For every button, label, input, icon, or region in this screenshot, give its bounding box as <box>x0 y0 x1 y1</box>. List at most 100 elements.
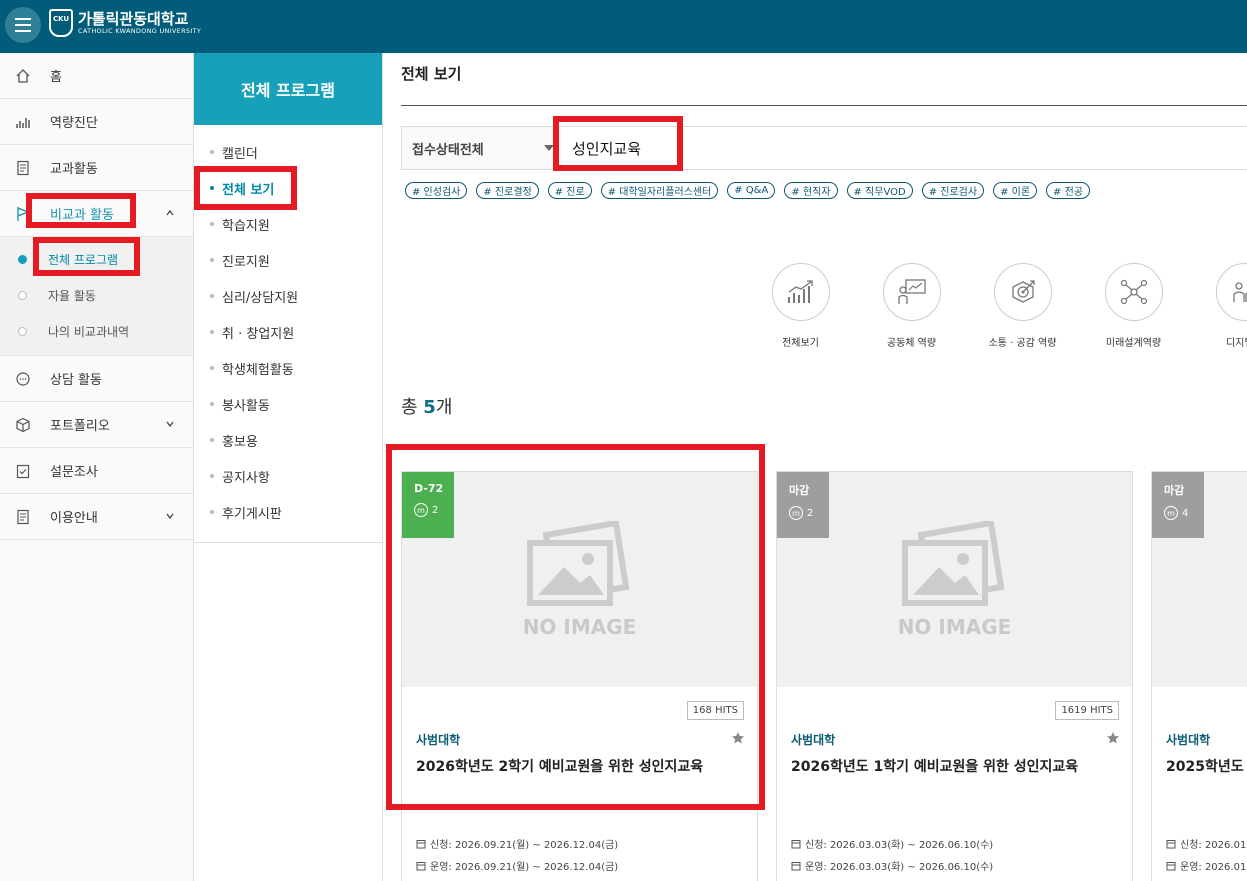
bullet-icon <box>210 186 214 190</box>
status-select[interactable]: 접수상태전체 <box>402 127 557 169</box>
chevron-down-icon <box>165 418 175 433</box>
sidebar-item-portfolio[interactable]: 포트폴리오 <box>0 402 193 448</box>
run-period: 운영: 2026.01. <box>1166 858 1247 873</box>
search-input[interactable] <box>562 127 1247 169</box>
tag-chip[interactable]: # 직무VOD <box>846 182 913 199</box>
tag-chip[interactable]: # 인성검사 <box>405 182 468 199</box>
sidebar-item-extracurricular[interactable]: 비교과 활동 <box>0 191 193 237</box>
tag-chip[interactable]: # 대학일자리플러스센터 <box>600 182 719 199</box>
panel-item-promotion[interactable]: 홍보용 <box>194 422 382 458</box>
no-image-text: NO IMAGE <box>897 614 1012 639</box>
bullet-icon <box>210 474 214 478</box>
bullet-icon <box>210 402 214 406</box>
flag-icon <box>15 206 31 222</box>
panel-item-calendar[interactable]: 캘린더 <box>194 134 382 170</box>
chat-icon <box>15 371 31 387</box>
panel-item-view-all[interactable]: 전체 보기 <box>194 170 382 206</box>
card-title[interactable]: 2025학년도 를 <box>1166 756 1247 776</box>
badge-text: D-72 <box>414 482 444 495</box>
sidebar-subitem-all-programs[interactable]: 전체 프로그램 <box>0 241 193 277</box>
badge-count: 2 <box>807 507 814 519</box>
program-card[interactable]: NO IMAGE D-72 m2 168 HITS 사범대학 2026학년도 2… <box>401 471 758 881</box>
hits-count: 168 HITS <box>686 701 744 720</box>
badge-text: 마감 <box>789 484 810 497</box>
hamburger-menu-button[interactable] <box>5 7 41 43</box>
no-image-icon <box>526 520 629 606</box>
hits-count: 1619 HITS <box>1055 701 1119 720</box>
sidebar-item-label: 상담 활동 <box>50 373 102 388</box>
tag-chip[interactable]: # 진로결정 <box>476 182 539 199</box>
program-card[interactable]: NO IMAGE 마감 m2 1619 HITS 사범대학 2026학년도 1학… <box>776 471 1133 881</box>
panel-item-volunteer[interactable]: 봉사활동 <box>194 386 382 422</box>
growth-chart-icon <box>771 263 830 321</box>
badge-count: 2 <box>432 504 439 516</box>
tag-chip[interactable]: # 현직자 <box>784 182 838 199</box>
mileage-icon: m <box>789 506 803 520</box>
panel-item-label: 봉사활동 <box>222 398 270 414</box>
network-icon <box>1104 263 1163 321</box>
university-logo[interactable]: CKU 가톨릭관동대학교 CATHOLIC KWANDONG UNIVERSIT… <box>49 9 201 37</box>
badge-count: 4 <box>1182 507 1189 519</box>
panel-item-notice[interactable]: 공지사항 <box>194 458 382 494</box>
title-divider <box>401 105 1247 106</box>
bullet-icon <box>210 330 214 334</box>
panel-item-counseling[interactable]: 심리/상담지원 <box>194 278 382 314</box>
run-period: 운영: 2026.03.03(화) ~ 2026.06.10(수) <box>791 858 993 873</box>
bullet-icon <box>210 258 214 262</box>
category-all[interactable]: 전체보기 <box>759 263 842 349</box>
sidebar-item-counseling[interactable]: 상담 활동 <box>0 356 193 402</box>
cube-icon <box>15 417 31 433</box>
sidebar-subitem-autonomous[interactable]: 자율 활동 <box>0 277 193 313</box>
panel-item-label: 캘린더 <box>222 146 258 162</box>
panel-item-reviews[interactable]: 후기게시판 <box>194 494 382 530</box>
bullet-icon <box>210 510 214 514</box>
apply-period: 신청: 2026.09.21(월) ~ 2026.12.04(금) <box>416 836 618 851</box>
program-card[interactable]: 마감 m4 사범대학 2025학년도 를 신청: 2026.01. 운영: 20… <box>1151 471 1247 881</box>
logo-subtitle: CATHOLIC KWANDONG UNIVERSITY <box>78 26 202 35</box>
panel-item-career[interactable]: 진로지원 <box>194 242 382 278</box>
card-college: 사범대학 <box>791 733 836 747</box>
sidebar-item-label: 설문조사 <box>50 465 98 480</box>
sidebar-subitem-my-history[interactable]: 나의 비교과내역 <box>0 313 193 349</box>
panel-item-label: 심리/상담지원 <box>222 290 299 306</box>
category-communication[interactable]: 소통 · 공감 역량 <box>981 263 1064 349</box>
extracurricular-submenu: 전체 프로그램 자율 활동 나의 비교과내역 <box>0 237 193 356</box>
panel-item-label: 학생체험활동 <box>222 362 294 378</box>
panel-item-learning[interactable]: 학습지원 <box>194 206 382 242</box>
tag-chip[interactable]: # 진로검사 <box>921 182 985 199</box>
sidebar-item-guide[interactable]: 이용안내 <box>0 494 193 540</box>
panel-item-employment[interactable]: 취 · 창업지원 <box>194 314 382 350</box>
calendar-icon <box>1166 861 1176 870</box>
category-community[interactable]: 공동체 역량 <box>870 263 953 349</box>
tag-chip[interactable]: # 이론 <box>993 182 1038 199</box>
bullet-icon <box>210 366 214 370</box>
tag-chip[interactable]: # 진로 <box>547 182 592 199</box>
category-label: 전체보기 <box>782 338 819 349</box>
panel-item-experience[interactable]: 학생체험활동 <box>194 350 382 386</box>
sidebar-item-survey[interactable]: 설문조사 <box>0 448 193 494</box>
status-select-value: 접수상태전체 <box>412 142 484 158</box>
target-icon <box>993 263 1052 321</box>
sidebar-item-home[interactable]: 홈 <box>0 53 193 99</box>
bullet-icon <box>210 294 214 298</box>
tag-chip[interactable]: # Q&A <box>727 182 776 199</box>
bullet-icon <box>210 150 214 154</box>
clipboard-check-icon <box>15 463 31 479</box>
apply-period-text: 신청: 2026.09.21(월) ~ 2026.12.04(금) <box>430 840 619 851</box>
card-title[interactable]: 2026학년도 2학기 예비교원을 위한 성인지교육 <box>416 756 703 776</box>
sidebar-item-curricular[interactable]: 교과활동 <box>0 145 193 191</box>
card-title[interactable]: 2026학년도 1학기 예비교원을 위한 성인지교육 <box>791 756 1078 776</box>
dot-icon <box>18 326 27 336</box>
star-icon[interactable] <box>731 730 745 749</box>
document-icon <box>15 160 31 176</box>
program-panel: 전체 프로그램 캘린더 전체 보기 학습지원 진로지원 심리/상담지원 취 · … <box>194 53 383 881</box>
star-icon[interactable] <box>1106 730 1120 749</box>
sidebar-item-diagnosis[interactable]: 역량진단 <box>0 99 193 145</box>
run-period-text: 운영: 2026.01. <box>1180 862 1247 873</box>
bar-chart-icon <box>15 114 31 130</box>
category-future[interactable]: 미래설계역량 <box>1092 263 1175 349</box>
category-label: 소통 · 공감 역량 <box>988 338 1057 349</box>
category-digital[interactable]: 디지털융 <box>1203 263 1247 349</box>
tag-chip[interactable]: # 전공 <box>1046 182 1090 199</box>
panel-title: 전체 프로그램 <box>194 53 382 125</box>
